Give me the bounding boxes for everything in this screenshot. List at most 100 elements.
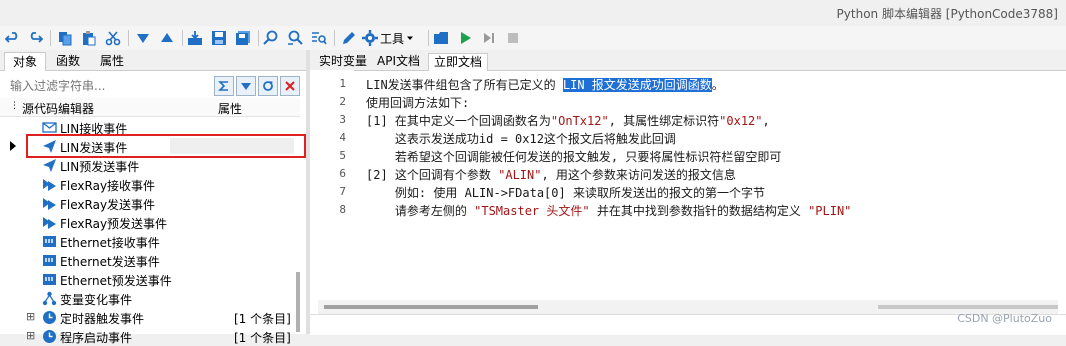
tree-item-flexray-pretx[interactable]: FlexRay预发送事件 [0, 213, 300, 232]
move-down-button[interactable] [134, 28, 152, 48]
tab-realtime-vars[interactable]: 实时变量 [314, 53, 372, 70]
folder-icon [434, 32, 448, 44]
open-folder-button[interactable] [432, 28, 450, 48]
variable-icon [42, 291, 57, 306]
toolbar: 工具 [0, 26, 1066, 51]
tree-item-ethernet-pretx[interactable]: Ethernet预发送事件 [0, 270, 300, 289]
paste-button[interactable] [80, 28, 98, 48]
string-literal: "ALIN" [498, 168, 542, 182]
sigma-icon [218, 81, 228, 91]
tree-item-program-start[interactable]: ⊞ 程序启动事件 [1 个条目] [0, 327, 300, 346]
tab-properties[interactable]: 属性 [92, 52, 132, 70]
tab-api-doc[interactable]: API文档 [372, 53, 425, 70]
replace-button[interactable] [286, 28, 304, 48]
tree-item-label: Ethernet发送事件 [60, 255, 160, 269]
tree-item-ethernet-tx[interactable]: Ethernet发送事件 [0, 251, 300, 270]
tree-header-prop: 属性 [218, 102, 243, 116]
filter-input[interactable] [8, 76, 216, 96]
highlight-box [26, 134, 306, 158]
find-button[interactable] [262, 28, 280, 48]
tree-item-ethernet-rx[interactable]: Ethernet接收事件 [0, 232, 300, 251]
tools-menu-button[interactable]: 工具 [362, 28, 422, 48]
chevron-down-icon [241, 83, 251, 90]
watermark: CSDN @PlutoZuo [957, 312, 1052, 325]
flexray-icon [43, 179, 56, 191]
string-literal: "PLIN" [808, 204, 852, 218]
doc-line-7[interactable]: 例如: 使用 ALIN->FData[0] 来读取所发送出的报文的第一个字节 [366, 184, 765, 201]
text: LIN发送事件组包含了所有已定义的 [366, 78, 563, 92]
doc-line-2[interactable]: 使用回调方法如下: [366, 94, 469, 111]
tree-item-flexray-rx[interactable]: FlexRay接收事件 [0, 175, 300, 194]
save-button[interactable] [210, 28, 228, 48]
tab-instant-doc[interactable]: 立即文档 [428, 53, 489, 71]
tree-header-grip-icon: ⋮ [10, 101, 19, 111]
envelope-icon [42, 122, 57, 133]
move-up-button[interactable] [158, 28, 176, 48]
line-number: 7 [339, 185, 346, 198]
string-literal: "0x12" [719, 114, 763, 128]
step-button[interactable] [480, 28, 498, 48]
refresh-icon [263, 81, 273, 91]
flexray-icon [43, 198, 56, 210]
toolbar-separator [428, 30, 429, 46]
clear-filter-button[interactable] [280, 76, 300, 96]
tree-item-lin-pretx[interactable]: LIN预发送事件 [0, 156, 300, 175]
line-number: 1 [339, 77, 346, 90]
tree-item-variable-change[interactable]: 变量变化事件 [0, 289, 300, 308]
tree-item-timer[interactable]: ⊞ 定时器触发事件 [1 个条目] [0, 308, 300, 327]
expand-icon[interactable]: ⊞ [26, 329, 35, 342]
copy-icon [59, 32, 72, 46]
horizontal-scrollbar[interactable] [318, 300, 1058, 314]
toolbar-separator [182, 30, 183, 46]
clock-icon [43, 311, 56, 324]
tab-objects[interactable]: 对象 [4, 52, 47, 71]
tree-scrollbar[interactable] [296, 272, 300, 332]
filter-dropdown-button[interactable] [236, 76, 256, 96]
gear-icon [362, 30, 378, 46]
doc-line-1[interactable]: LIN发送事件组包含了所有已定义的 LIN 报文发送成功回调函数。 [366, 76, 724, 93]
selected-text: LIN 报文发送成功回调函数 [562, 78, 712, 92]
doc-line-5[interactable]: 若希望这个回调能被任何发送的报文触发, 只要将属性标识符栏留空即可 [366, 148, 781, 165]
edit-button[interactable] [340, 28, 358, 48]
goto-button[interactable] [310, 28, 328, 48]
stop-icon [508, 33, 518, 43]
save-all-icon [236, 31, 250, 45]
doc-line-8[interactable]: 请参考左侧的 "TSMaster 头文件" 并在其中找到参数指针的数据结构定义 … [366, 202, 852, 219]
save-all-button[interactable] [234, 28, 252, 48]
filter-case-button[interactable] [214, 76, 234, 96]
ethernet-icon [43, 255, 56, 266]
refresh-button[interactable] [258, 76, 278, 96]
tree-item-label: 程序启动事件 [60, 331, 133, 345]
scrollbar-thumb[interactable] [324, 305, 538, 309]
cut-button[interactable] [104, 28, 122, 48]
expand-icon[interactable]: ⊞ [26, 310, 35, 323]
object-panel: 对象 函数 属性 ⋮ 源代码编辑器 属性 LIN接收事件 LIN发送事件 LIN… [0, 50, 306, 345]
triangle-down-icon [137, 34, 149, 43]
run-button[interactable] [456, 28, 474, 48]
undo-button[interactable] [4, 28, 22, 48]
line-number: 6 [339, 167, 346, 180]
tree-item-flexray-tx[interactable]: FlexRay发送事件 [0, 194, 300, 213]
search-icon [263, 30, 278, 45]
redo-button[interactable] [26, 28, 44, 48]
redo-icon [30, 32, 43, 43]
save-icon [212, 31, 226, 45]
tree-item-label: LIN预发送事件 [60, 160, 140, 174]
string-literal: "OnTx12" [550, 114, 609, 128]
string-literal: "TSMaster 头文件" [474, 204, 590, 218]
list-search-icon [312, 32, 327, 45]
stop-button[interactable] [504, 28, 522, 48]
step-icon [484, 33, 494, 43]
toolbar-separator [50, 30, 51, 46]
cut-icon [105, 31, 121, 46]
copy-button[interactable] [56, 28, 74, 48]
triangle-up-icon [161, 33, 173, 42]
chevron-down-icon [407, 36, 414, 40]
import-button[interactable] [186, 28, 204, 48]
doc-line-6[interactable]: [2] 这个回调有个参数 "ALIN", 用这个参数来访问发送的报文信息 [366, 166, 736, 183]
tab-functions[interactable]: 函数 [48, 52, 88, 70]
play-icon [461, 32, 471, 44]
text: , 用这个参数来访问发送的报文信息 [541, 168, 736, 182]
doc-line-4[interactable]: 这表示发送成功id = 0x12这个报文后将触发此回调 [366, 130, 676, 147]
doc-line-3[interactable]: [1] 在其中定义一个回调函数名为"OnTx12", 其属性绑定标识符"0x12… [366, 112, 770, 129]
